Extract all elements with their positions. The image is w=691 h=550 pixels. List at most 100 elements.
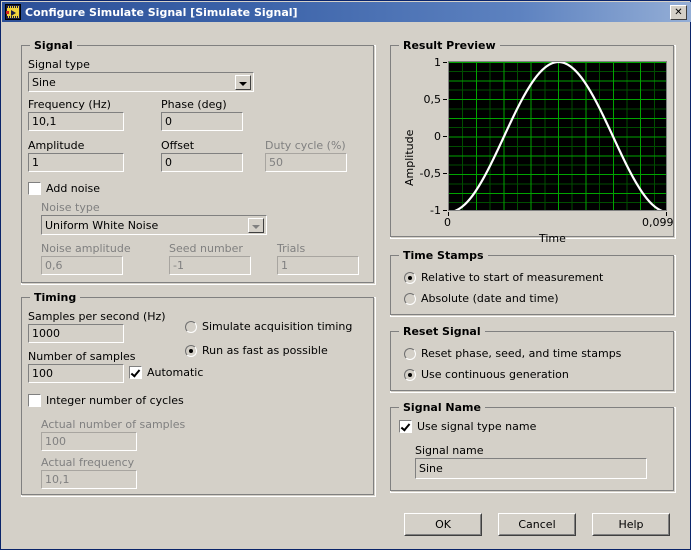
signal-name-input[interactable]: Sine bbox=[415, 458, 647, 479]
noise-type-combo: Uniform White Noise bbox=[41, 215, 267, 235]
y-tickmark bbox=[443, 99, 447, 100]
signal-type-combo[interactable]: Sine bbox=[28, 72, 254, 92]
title-bar: Configure Simulate Signal [Simulate Sign… bbox=[2, 2, 691, 22]
signal-group: Signal Signal type Sine Frequency (Hz) 1… bbox=[21, 39, 376, 285]
duty-cycle-input: 50 bbox=[265, 153, 347, 172]
use-type-name-label: Use signal type name bbox=[417, 420, 537, 433]
y-tickmark bbox=[443, 136, 447, 137]
amplitude-input[interactable]: 1 bbox=[28, 153, 124, 172]
noise-type-label: Noise type bbox=[41, 201, 100, 214]
automatic-label: Automatic bbox=[147, 366, 204, 379]
x-tick-label: 0,099 bbox=[642, 216, 674, 229]
y-tick-label: -1 bbox=[430, 204, 441, 217]
offset-label: Offset bbox=[161, 139, 195, 152]
radio-button bbox=[404, 347, 416, 360]
radio-button bbox=[404, 271, 416, 284]
use-signal-type-name-checkbox[interactable]: Use signal type name bbox=[399, 420, 536, 433]
actual-frequency-input: 10,1 bbox=[41, 470, 137, 489]
signal-type-label: Signal type bbox=[28, 58, 90, 71]
help-button[interactable]: Help bbox=[592, 513, 670, 536]
radio-reset-phase-seed[interactable]: Reset phase, seed, and time stamps bbox=[404, 347, 621, 360]
radio-simulate-acquisition-timing[interactable]: Simulate acquisition timing bbox=[185, 320, 352, 333]
cancel-button-label: Cancel bbox=[499, 514, 575, 535]
integer-cycles-checkbox[interactable]: Integer number of cycles bbox=[28, 394, 184, 407]
time-stamps-group-title: Time Stamps bbox=[399, 249, 488, 262]
seed-number-label: Seed number bbox=[169, 242, 243, 255]
chevron-down-icon[interactable] bbox=[235, 75, 251, 90]
close-icon: ✕ bbox=[674, 6, 683, 18]
plot-svg bbox=[449, 62, 666, 210]
checkbox-box bbox=[28, 182, 41, 195]
reset-signal-group-title: Reset Signal bbox=[399, 325, 485, 338]
offset-input[interactable]: 0 bbox=[161, 153, 243, 172]
duty-cycle-label: Duty cycle (%) bbox=[265, 139, 346, 152]
y-tickmark bbox=[443, 62, 447, 63]
noise-amplitude-label: Noise amplitude bbox=[41, 242, 131, 255]
signal-name-group-title: Signal Name bbox=[399, 401, 485, 414]
relative-label: Relative to start of measurement bbox=[421, 271, 604, 284]
signal-type-value: Sine bbox=[32, 76, 56, 89]
radio-button bbox=[404, 292, 416, 305]
actual-frequency-label: Actual frequency bbox=[41, 456, 135, 469]
radio-button bbox=[185, 344, 197, 357]
close-button[interactable]: ✕ bbox=[670, 4, 687, 20]
checkbox-box bbox=[28, 394, 41, 407]
signal-group-title: Signal bbox=[30, 39, 77, 52]
checkbox-box bbox=[399, 420, 412, 433]
integer-cycles-label: Integer number of cycles bbox=[46, 394, 184, 407]
actual-samples-label: Actual number of samples bbox=[41, 418, 186, 431]
signal-plot[interactable] bbox=[448, 61, 667, 211]
radio-absolute-date-time[interactable]: Absolute (date and time) bbox=[404, 292, 559, 305]
ok-button-label: OK bbox=[405, 514, 481, 535]
y-tick-label: 0 bbox=[434, 130, 441, 143]
amplitude-label: Amplitude bbox=[28, 139, 85, 152]
timing-group: Timing Samples per second (Hz) 1000 Numb… bbox=[21, 291, 376, 497]
add-noise-label: Add noise bbox=[46, 182, 101, 195]
y-tick-label: -0,5 bbox=[419, 167, 441, 180]
radio-relative-to-start[interactable]: Relative to start of measurement bbox=[404, 271, 603, 284]
phase-input[interactable]: 0 bbox=[161, 112, 243, 131]
reset-phase-label: Reset phase, seed, and time stamps bbox=[421, 347, 622, 360]
ok-button[interactable]: OK bbox=[404, 513, 482, 536]
cancel-button[interactable]: Cancel bbox=[498, 513, 576, 536]
help-button-label: Help bbox=[593, 514, 669, 535]
result-preview-group-title: Result Preview bbox=[399, 39, 500, 52]
radio-use-continuous-generation[interactable]: Use continuous generation bbox=[404, 368, 569, 381]
number-of-samples-label: Number of samples bbox=[28, 350, 136, 363]
y-tick-label: 0,5 bbox=[423, 93, 442, 106]
samples-per-second-input[interactable]: 1000 bbox=[28, 324, 124, 343]
frequency-input[interactable]: 10,1 bbox=[28, 112, 124, 131]
window-title: Configure Simulate Signal [Simulate Sign… bbox=[25, 5, 298, 19]
configure-simulate-signal-dialog: Configure Simulate Signal [Simulate Sign… bbox=[0, 0, 691, 550]
simulate-acquisition-label: Simulate acquisition timing bbox=[202, 320, 353, 333]
radio-button bbox=[185, 320, 197, 333]
continuous-label: Use continuous generation bbox=[421, 368, 569, 381]
noise-type-value: Uniform White Noise bbox=[45, 219, 159, 232]
signal-name-group: Signal Name Use signal type name Signal … bbox=[390, 401, 676, 493]
time-stamps-group: Time Stamps Relative to start of measure… bbox=[390, 249, 676, 317]
add-noise-checkbox[interactable]: Add noise bbox=[28, 182, 100, 195]
checkbox-box bbox=[129, 366, 142, 379]
y-tick-label: 1 bbox=[434, 56, 441, 69]
frequency-label: Frequency (Hz) bbox=[28, 98, 111, 111]
trials-input: 1 bbox=[277, 256, 359, 275]
actual-samples-input: 100 bbox=[41, 432, 137, 451]
automatic-checkbox[interactable]: Automatic bbox=[129, 366, 203, 379]
result-preview-group: Result Preview Amplitude 1 0,5 0 -0,5 -1 bbox=[390, 39, 676, 245]
reset-signal-group: Reset Signal Reset phase, seed, and time… bbox=[390, 325, 676, 393]
timing-group-title: Timing bbox=[30, 291, 81, 304]
samples-per-second-label: Samples per second (Hz) bbox=[28, 310, 166, 323]
noise-amplitude-input: 0,6 bbox=[41, 256, 123, 275]
chevron-down-icon bbox=[248, 218, 264, 233]
run-as-fast-label: Run as fast as possible bbox=[202, 344, 328, 357]
x-axis-label: Time bbox=[539, 232, 566, 245]
radio-button bbox=[404, 368, 416, 381]
number-of-samples-input[interactable]: 100 bbox=[28, 364, 124, 383]
y-tickmark bbox=[443, 210, 447, 211]
x-tick-label: 0 bbox=[444, 216, 451, 229]
trials-label: Trials bbox=[277, 242, 306, 255]
labview-vi-icon bbox=[5, 4, 21, 20]
seed-number-input: -1 bbox=[169, 256, 251, 275]
radio-run-as-fast-as-possible[interactable]: Run as fast as possible bbox=[185, 344, 328, 357]
absolute-label: Absolute (date and time) bbox=[421, 292, 559, 305]
